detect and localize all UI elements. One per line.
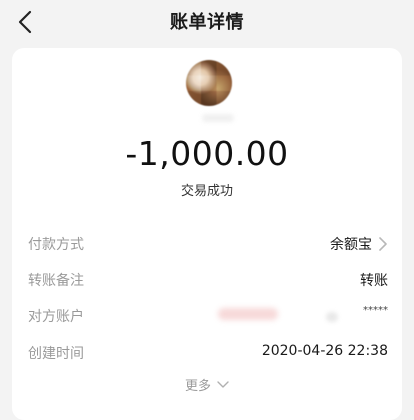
redacted-account-prefix (326, 312, 338, 322)
counterparty-account-label: 对方账户 (28, 309, 84, 325)
page-title: 账单详情 (170, 12, 244, 33)
transfer-note-label: 转账备注 (28, 273, 84, 289)
more-label: 更多 (184, 379, 211, 394)
payment-method-value: 余额宝 (330, 237, 372, 253)
payment-method-label: 付款方式 (28, 237, 84, 253)
transfer-note-row: 转账备注 转账 (28, 270, 388, 294)
created-time-row: 创建时间 2020-04-26 22:38 (28, 343, 388, 367)
created-time-value: 2020-04-26 22:38 (261, 343, 388, 359)
redacted-account-name (218, 308, 278, 320)
avatar (186, 60, 232, 106)
payment-method-value-wrap[interactable]: 余额宝 (330, 234, 388, 258)
counterparty-account-row: 对方账户 ***** (28, 305, 388, 330)
redacted-name (202, 114, 234, 122)
navbar: 账单详情 (0, 0, 414, 44)
chevron-down-icon (217, 380, 229, 388)
created-time-label: 创建时间 (28, 346, 84, 362)
transaction-amount: -1,000.00 (125, 134, 289, 173)
transfer-note-value: 转账 (360, 273, 388, 289)
chevron-right-icon (379, 237, 387, 251)
transaction-status: 交易成功 (180, 184, 233, 199)
payment-method-row[interactable]: 付款方式 余额宝 (28, 234, 388, 258)
counterparty-account-value: ***** (363, 305, 388, 316)
more-button[interactable]: 更多 (12, 375, 402, 394)
bill-detail-card: -1,000.00 交易成功 付款方式 余额宝 转账备注 转账 对方账户 ***… (12, 48, 402, 420)
